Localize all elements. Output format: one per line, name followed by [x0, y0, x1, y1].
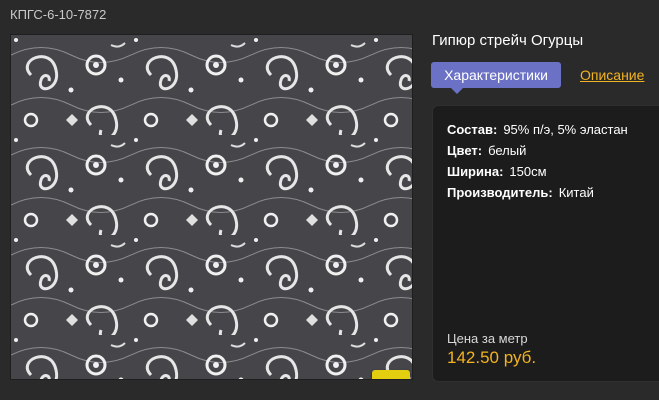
spec-color: Цвет: белый — [447, 143, 526, 158]
product-sku: КПГС-6-10-7872 — [10, 7, 107, 22]
lace-fabric-image — [11, 35, 412, 379]
spec-width: Ширина: 150см — [447, 164, 547, 179]
zoom-button[interactable] — [372, 370, 410, 379]
spec-manufacturer: Производитель: Китай — [447, 185, 594, 200]
spec-value: Китай — [558, 185, 594, 200]
spec-value: белый — [488, 143, 527, 158]
spec-label: Состав: — [447, 122, 498, 137]
spec-value: 150см — [509, 164, 547, 179]
product-title: Гипюр стрейч Огурцы — [432, 32, 584, 49]
tab-description[interactable]: Описание — [580, 67, 644, 83]
specs-panel: Состав: 95% п/э, 5% эластан Цвет: белый Ши… — [432, 105, 659, 382]
tab-characteristics[interactable]: Характеристики — [431, 62, 561, 94]
spec-composition: Состав: 95% п/э, 5% эластан — [447, 122, 628, 137]
spec-label: Ширина: — [447, 164, 504, 179]
spec-label: Производитель: — [447, 185, 553, 200]
spec-value: 95% п/э, 5% эластан — [503, 122, 628, 137]
spec-label: Цвет: — [447, 143, 483, 158]
price-label: Цена за метр — [447, 331, 528, 346]
price-value: 142.50 руб. — [447, 348, 537, 367]
product-photo[interactable] — [10, 34, 413, 380]
